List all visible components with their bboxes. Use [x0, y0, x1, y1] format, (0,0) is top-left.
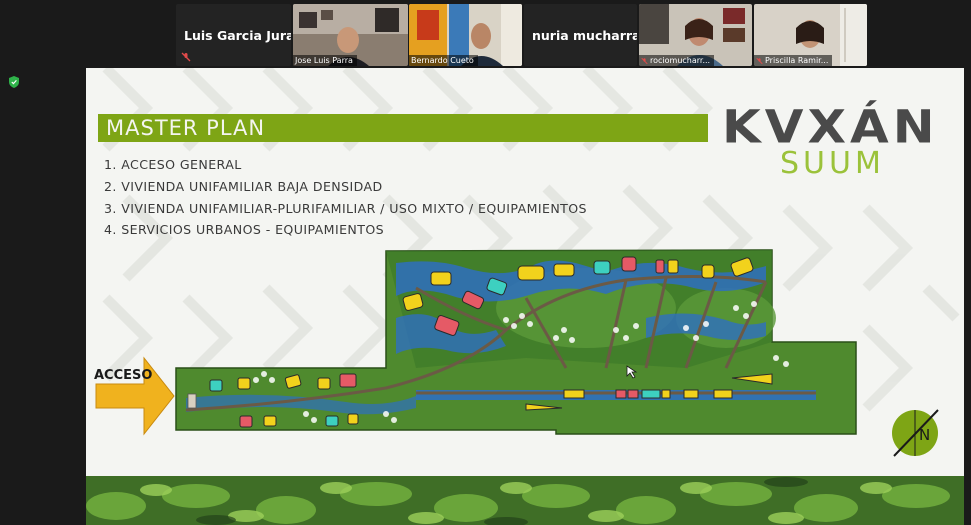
shield-icon[interactable] [9, 76, 19, 88]
participant-tile[interactable]: rociomucharr... [639, 4, 752, 66]
participant-name: Jose Luis Parra [295, 56, 353, 65]
access-label: ACCESO [94, 368, 153, 383]
participant-strip: Luis Garcia Jura... Jose Luis Parra [0, 0, 971, 68]
participant-label: rociomucharr... [639, 55, 715, 66]
participant-label: Bernardo Cueto [409, 55, 478, 66]
participant-tile[interactable]: Bernardo Cueto [409, 4, 522, 66]
participant-name: rociomucharr... [650, 56, 711, 65]
compass-letter: N [919, 426, 930, 444]
participant-name: Bernardo Cueto [411, 56, 474, 65]
mic-muted-icon [181, 52, 191, 62]
participant-label: Priscilla Ramir... [754, 55, 833, 66]
mic-muted-icon [641, 57, 648, 64]
participant-tile[interactable]: Jose Luis Parra [293, 4, 408, 66]
mic-muted-icon [756, 57, 763, 64]
foliage-photo [86, 476, 964, 525]
participant-name: Priscilla Ramir... [765, 56, 829, 65]
participant-tile[interactable]: nuria mucharraz [524, 4, 637, 66]
participant-tile[interactable]: Priscilla Ramir... [754, 4, 867, 66]
participant-label: Jose Luis Parra [293, 55, 357, 66]
site-plan-map: N [95, 249, 939, 457]
participant-name: nuria mucharraz [532, 28, 637, 43]
participant-name: Luis Garcia Jura... [184, 28, 291, 43]
participant-tile[interactable]: Luis Garcia Jura... [176, 4, 291, 66]
compass-icon [892, 409, 939, 457]
shared-screen-slide: MASTER PLAN 1. ACCESO GENERAL 2. VIVIEND… [86, 68, 964, 525]
